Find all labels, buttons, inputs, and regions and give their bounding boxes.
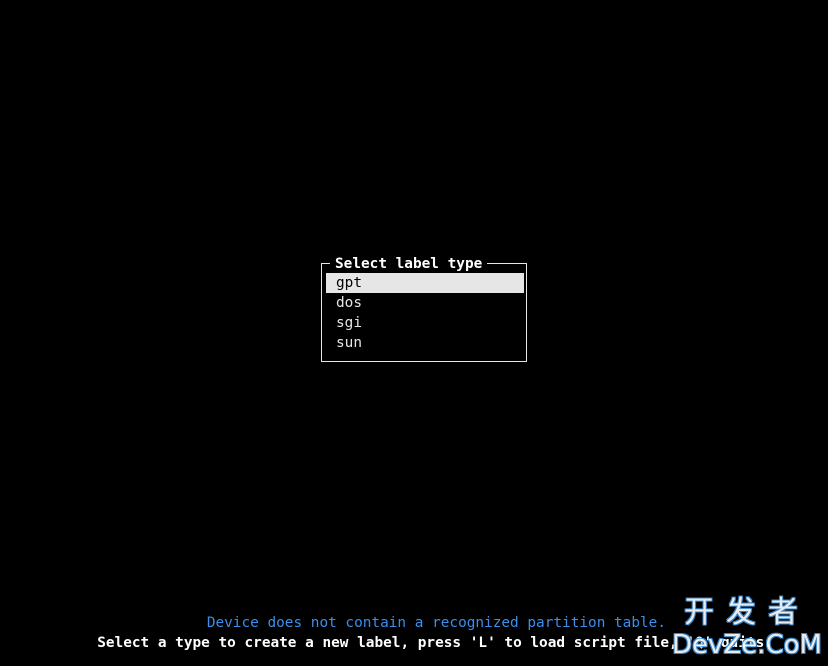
watermark-cn-text: 开发者 [684,595,810,630]
dialog-title: Select label type [330,255,488,273]
status-hint-message: Select a type to create a new label, pre… [97,635,773,651]
menu-item-sgi[interactable]: sgi [326,313,524,333]
label-type-menu: gpt dos sgi sun [326,273,524,353]
menu-item-sun[interactable]: sun [326,333,524,353]
status-info-message: Device does not contain a recognized par… [206,615,666,631]
menu-item-dos[interactable]: dos [326,293,524,313]
label-type-dialog: Select label type gpt dos sgi sun [321,255,527,362]
menu-item-gpt[interactable]: gpt [326,273,524,293]
terminal-window: Select label type gpt dos sgi sun Device… [0,0,828,666]
